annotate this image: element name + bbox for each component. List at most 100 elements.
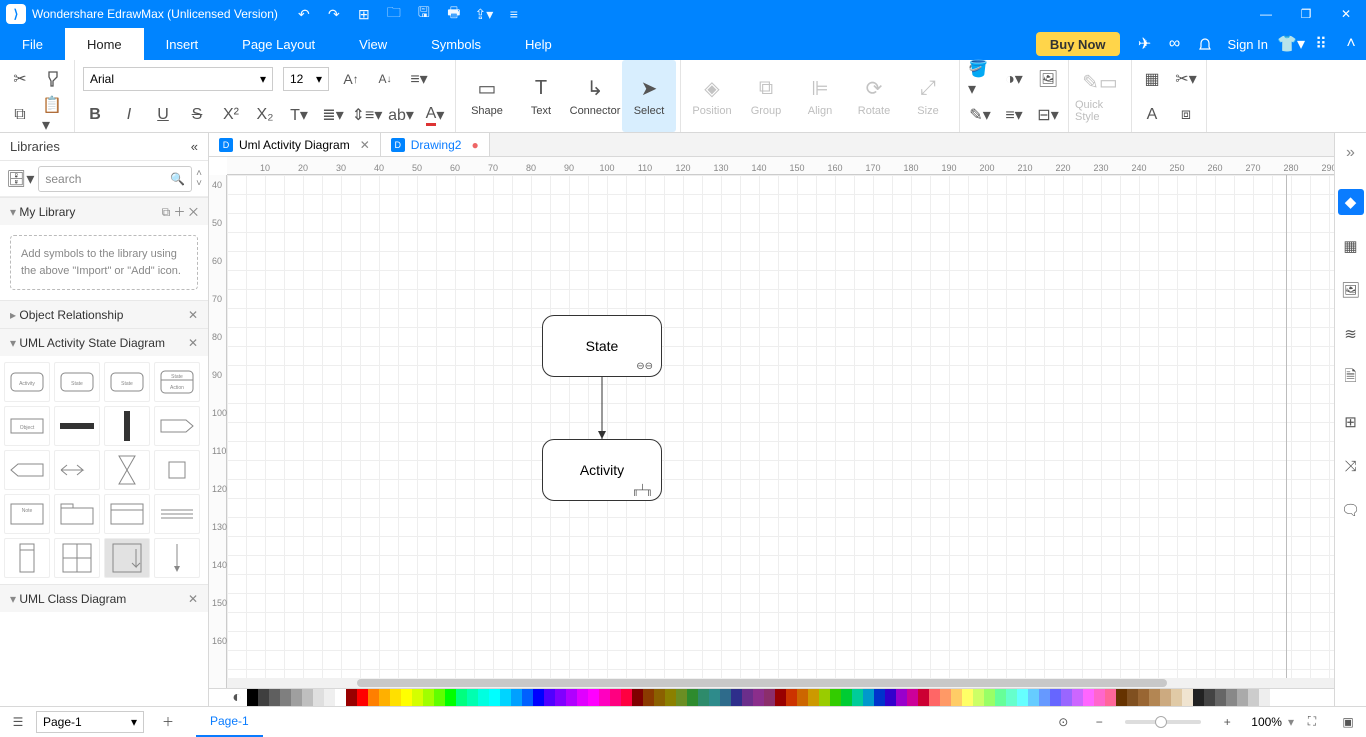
new-icon[interactable]: ⊞ (356, 6, 372, 22)
picture-icon[interactable]: 🖼 (1036, 67, 1060, 91)
shape-thumbnail[interactable]: Note (4, 494, 50, 534)
color-swatch[interactable] (764, 689, 775, 707)
shape-thumbnail[interactable] (4, 450, 50, 490)
right-tab-comment-icon[interactable]: 🗨 (1338, 497, 1364, 523)
canvas[interactable]: State⊖⊖Activity╓┴╖ (227, 175, 1366, 688)
tshirt-icon[interactable]: 👕▾ (1276, 28, 1306, 60)
qat-more-icon[interactable]: ≡ (506, 6, 522, 22)
line-ends-icon[interactable]: ⊟▾ (1036, 103, 1060, 127)
font-color-icon[interactable]: A▾ (423, 103, 447, 127)
color-swatch[interactable] (698, 689, 709, 707)
color-swatch[interactable] (918, 689, 929, 707)
color-swatch[interactable] (1182, 689, 1193, 707)
shape-thumbnail[interactable]: Object (4, 406, 50, 446)
window-close-button[interactable]: ✕ (1326, 0, 1366, 28)
color-swatch[interactable] (940, 689, 951, 707)
color-swatch[interactable] (500, 689, 511, 707)
font-size-combo[interactable]: 12▾ (283, 67, 329, 91)
color-swatch[interactable] (555, 689, 566, 707)
color-swatch[interactable] (984, 689, 995, 707)
color-swatch[interactable] (665, 689, 676, 707)
right-tab-image-icon[interactable]: 🖼 (1338, 277, 1364, 303)
color-swatch[interactable] (896, 689, 907, 707)
libraries-updown-icon[interactable]: ˄˅ (196, 169, 202, 189)
lib-section-uml-activity[interactable]: ▾ UML Activity State Diagram ✕ (0, 328, 208, 356)
color-swatch[interactable] (302, 689, 313, 707)
shape-thumbnail[interactable] (154, 538, 200, 578)
color-swatch[interactable] (863, 689, 874, 707)
shape-thumbnail[interactable] (54, 538, 100, 578)
connector-tool-button[interactable]: ↳Connector (568, 60, 622, 132)
color-swatch[interactable] (1226, 689, 1237, 707)
lib-section-uml-class[interactable]: ▾ UML Class Diagram ✕ (0, 584, 208, 612)
shape-thumbnail[interactable] (104, 406, 150, 446)
document-tab[interactable]: DDrawing2● (381, 133, 490, 156)
text-tool-button[interactable]: TText (514, 60, 568, 132)
canvas-hscrollbar[interactable] (227, 678, 1366, 688)
color-swatch[interactable] (1017, 689, 1028, 707)
decrease-font-icon[interactable]: A↓ (373, 67, 397, 91)
select-tool-button[interactable]: ➤Select (622, 60, 676, 132)
sign-in-button[interactable]: Sign In (1220, 28, 1276, 60)
color-swatch[interactable] (456, 689, 467, 707)
close-icon[interactable]: ✕ (188, 336, 198, 350)
send-icon[interactable]: ✈ (1130, 28, 1160, 60)
strike-icon[interactable]: S (185, 103, 209, 127)
color-swatch[interactable] (247, 689, 258, 707)
buy-now-button[interactable]: Buy Now (1036, 32, 1120, 56)
superscript-icon[interactable]: X² (219, 103, 243, 127)
color-swatch[interactable] (1006, 689, 1017, 707)
close-icon[interactable]: ✕ (188, 308, 198, 322)
fit-page-icon[interactable]: ⛶ (1294, 707, 1330, 737)
color-swatch[interactable] (797, 689, 808, 707)
add-page-icon[interactable]: ＋ (150, 707, 186, 737)
color-swatch[interactable] (709, 689, 720, 707)
right-tab-navigator-icon[interactable]: ⊞ (1338, 409, 1364, 435)
color-swatch[interactable] (687, 689, 698, 707)
text-case-icon[interactable]: T▾ (287, 103, 311, 127)
color-swatch[interactable] (731, 689, 742, 707)
underline-icon[interactable]: U (151, 103, 175, 127)
color-swatch[interactable] (258, 689, 269, 707)
page-selector-combo[interactable]: Page-1▾ (36, 711, 144, 733)
color-swatch[interactable] (544, 689, 555, 707)
canvas-hscrollbar-thumb[interactable] (357, 679, 1167, 687)
apps-icon[interactable]: ⠿ (1306, 28, 1336, 60)
close-tab-icon[interactable]: ✕ (360, 138, 370, 152)
color-swatch[interactable] (1050, 689, 1061, 707)
shape-thumbnail[interactable] (104, 494, 150, 534)
color-swatch[interactable] (1204, 689, 1215, 707)
share-icon[interactable]: ∞ (1160, 28, 1190, 60)
color-swatch[interactable] (643, 689, 654, 707)
shape-thumbnail[interactable] (154, 494, 200, 534)
color-swatch[interactable] (830, 689, 841, 707)
color-swatch[interactable] (962, 689, 973, 707)
menu-tab-view[interactable]: View (337, 28, 409, 60)
save-icon[interactable]: 🖫 (416, 6, 432, 22)
color-swatch[interactable] (357, 689, 368, 707)
shape-thumbnail[interactable] (104, 450, 150, 490)
color-swatch[interactable] (412, 689, 423, 707)
right-tab-shape-icon[interactable]: ◆ (1338, 189, 1364, 215)
libraries-browse-icon[interactable]: 🗄▾ (6, 169, 34, 189)
color-swatch[interactable] (1149, 689, 1160, 707)
line-style-icon[interactable]: ≡▾ (1002, 103, 1026, 127)
distribute-icon[interactable]: ⧈ (1174, 103, 1198, 127)
shadow-icon[interactable]: ◑▾ (1002, 67, 1026, 91)
shape-thumbnail[interactable] (154, 406, 200, 446)
color-swatch[interactable] (775, 689, 786, 707)
collapse-ribbon-icon[interactable]: ˄ (1336, 28, 1366, 60)
color-swatch[interactable] (324, 689, 335, 707)
color-swatch[interactable] (269, 689, 280, 707)
color-swatch[interactable] (1237, 689, 1248, 707)
menu-tab-help[interactable]: Help (503, 28, 574, 60)
color-swatch[interactable] (522, 689, 533, 707)
increase-font-icon[interactable]: A↑ (339, 67, 363, 91)
line-spacing-icon[interactable]: ⇕≡▾ (355, 103, 379, 127)
fullscreen-icon[interactable]: ▣ (1330, 707, 1366, 737)
fill-icon[interactable]: 🪣▾ (968, 67, 992, 91)
right-tab-layers-icon[interactable]: ≋ (1338, 321, 1364, 347)
color-swatch[interactable] (489, 689, 500, 707)
close-icon[interactable]: ✕ (188, 592, 198, 606)
window-restore-button[interactable]: ❐ (1286, 0, 1326, 28)
